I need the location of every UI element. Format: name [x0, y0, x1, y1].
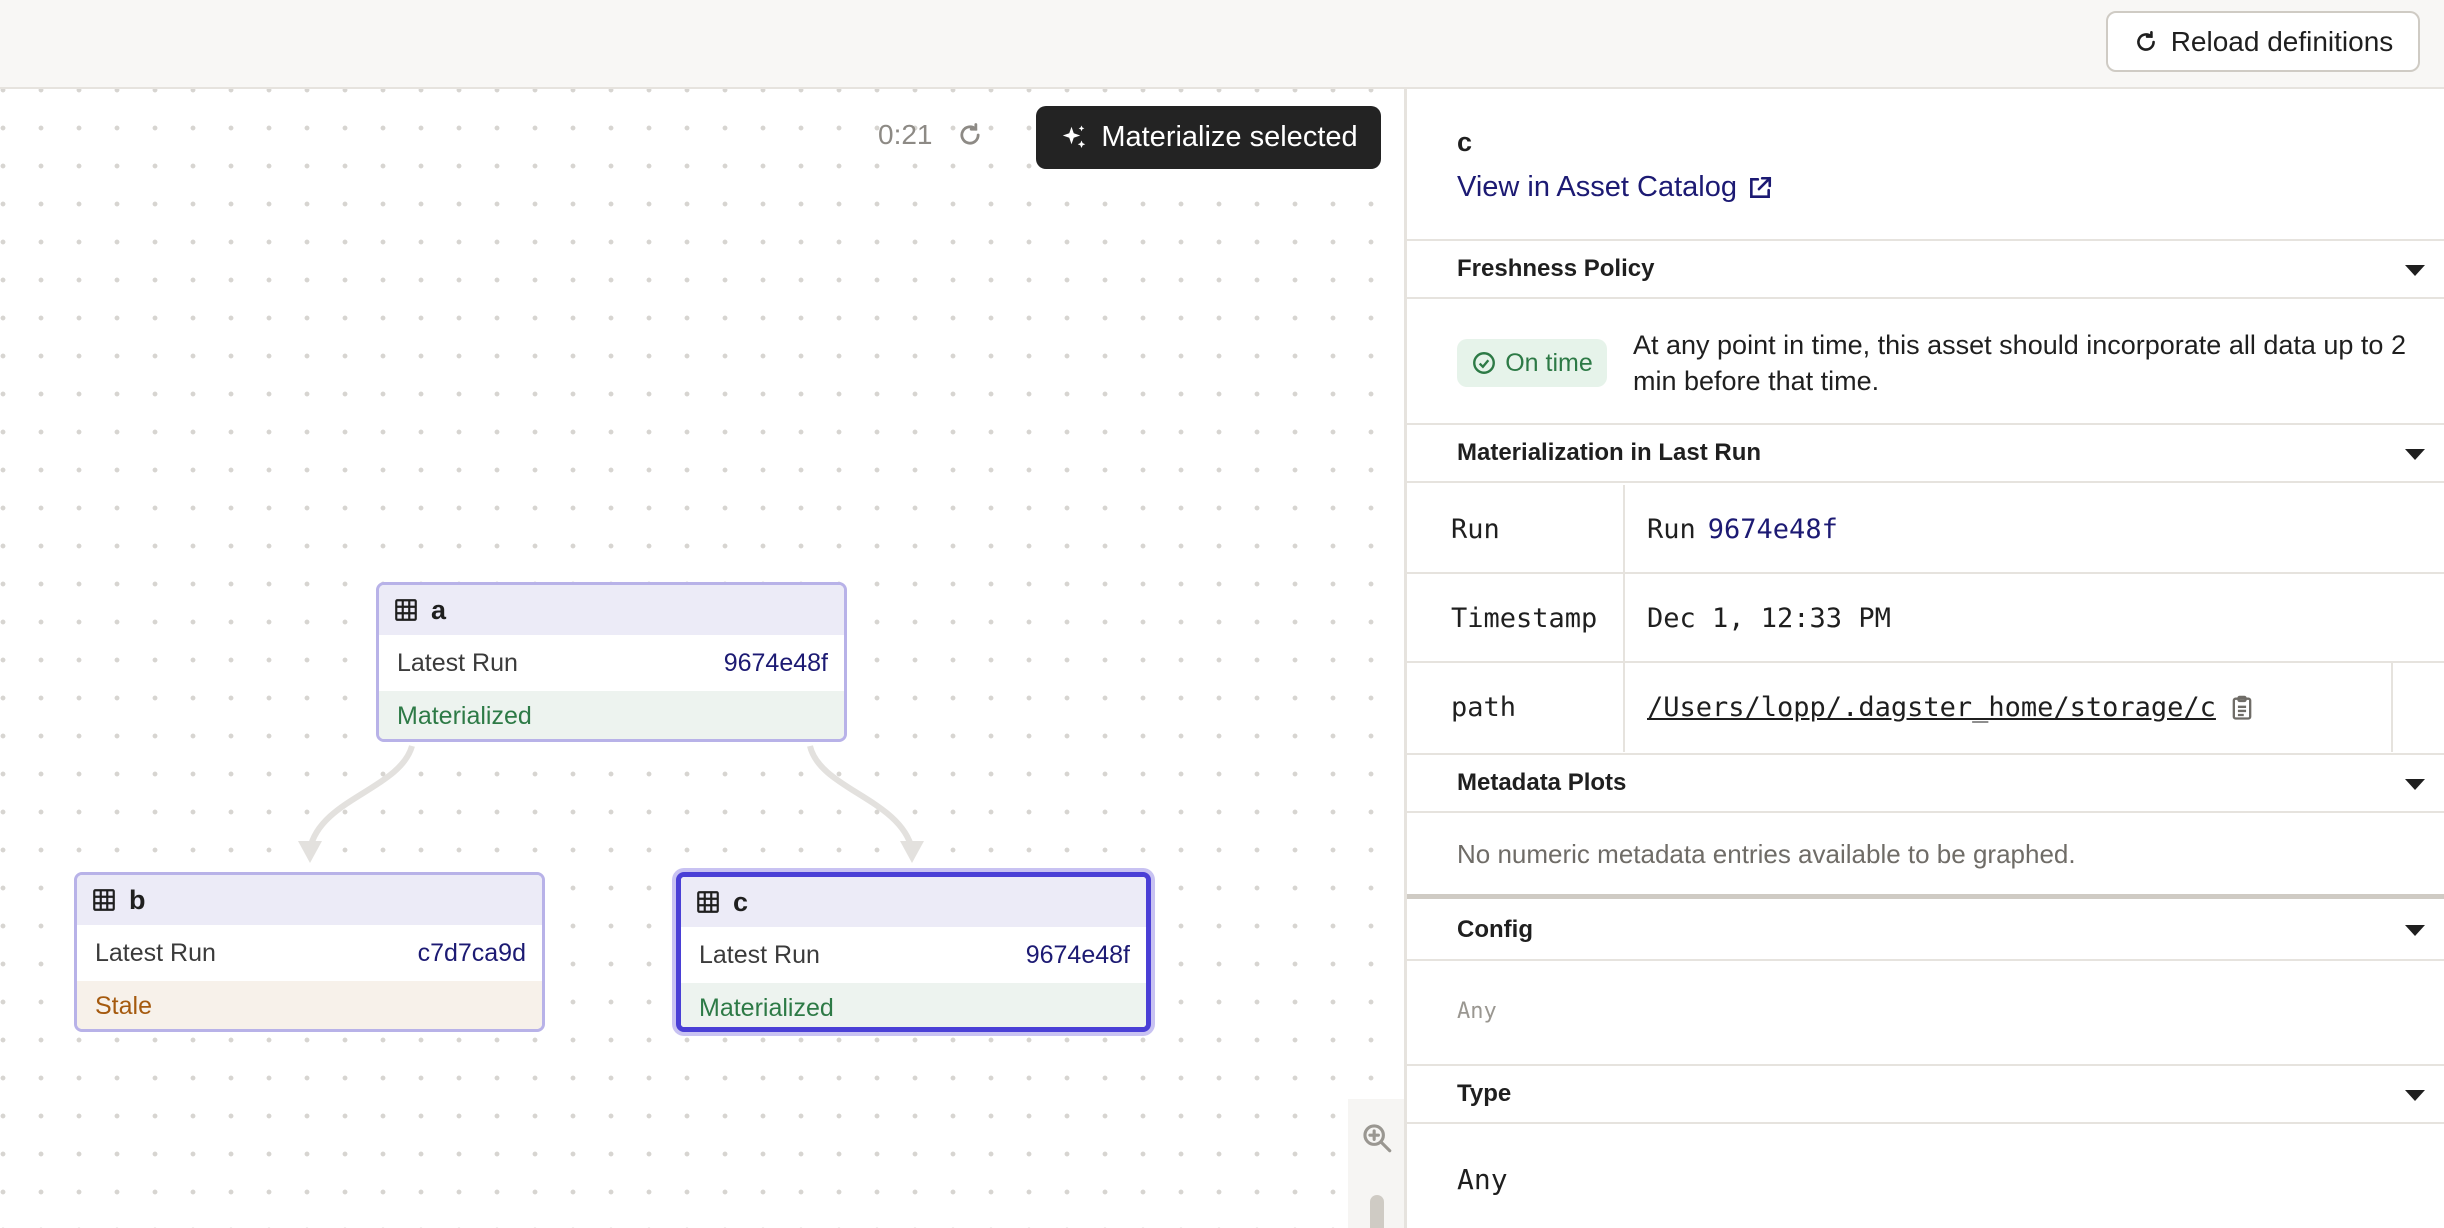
section-divider [1407, 894, 2444, 899]
section-title: Freshness Policy [1457, 255, 1655, 282]
refresh-timer: 0:21 [878, 119, 933, 150]
table-row: Timestamp Dec 1, 12:33 PM [1407, 574, 2444, 663]
latest-run-label: Latest Run [95, 938, 216, 967]
node-name: b [129, 884, 146, 915]
edge-a-to-c [807, 745, 915, 850]
run-id-link[interactable]: 9674e48f [1708, 514, 1838, 545]
materialization-metadata-table: Run Run 9674e48f Timestamp Dec 1, 12:33 … [1407, 485, 2444, 752]
zoom-controls [1348, 1099, 1404, 1228]
node-header: a [379, 585, 844, 635]
reload-definitions-button[interactable]: Reload definitions [2106, 11, 2420, 72]
section-config[interactable]: Config [1407, 901, 2444, 961]
view-in-asset-catalog-link[interactable]: View in Asset Catalog [1457, 171, 1773, 204]
materialize-selected-button[interactable]: Materialize selected [1036, 106, 1381, 169]
edge-a-to-b [307, 744, 415, 850]
chevron-down-icon [2405, 265, 2425, 276]
zoom-slider[interactable] [1370, 1195, 1384, 1228]
clipboard-icon[interactable] [2228, 694, 2256, 722]
metadata-key: Run [1451, 514, 1500, 545]
latest-run-row: Latest Run 9674e48f [681, 927, 1146, 983]
table-row: path /Users/lopp/.dagster_home/storage/c [1407, 663, 2444, 752]
metadata-value: /Users/lopp/.dagster_home/storage/c [1647, 663, 2256, 752]
run-id-link[interactable]: 9674e48f [724, 649, 828, 678]
asset-node-a[interactable]: a Latest Run 9674e48f Materialized [376, 582, 847, 742]
external-link-icon [1750, 176, 1772, 198]
catalog-link-label: View in Asset Catalog [1457, 171, 1737, 203]
run-id-link[interactable]: c7d7ca9d [418, 939, 526, 968]
section-metadata-plots[interactable]: Metadata Plots [1407, 753, 2444, 813]
section-title: Type [1457, 1080, 1512, 1107]
chevron-down-icon [2405, 449, 2425, 460]
refresh-icon[interactable] [956, 121, 984, 149]
asset-graph-canvas[interactable]: 0:21 Materialize selected a Latest Run 9… [0, 89, 1404, 1228]
metadata-key: path [1451, 692, 1517, 723]
run-id-link[interactable]: 9674e48f [1026, 941, 1130, 970]
refresh-icon [2136, 30, 2155, 51]
asset-node-b[interactable]: b Latest Run c7d7ca9d Stale [74, 872, 545, 1032]
asset-name: c [1457, 127, 1473, 157]
status-badge: Materialized [681, 983, 1146, 1027]
section-type[interactable]: Type [1407, 1064, 2444, 1124]
plots-empty-message: No numeric metadata entries available to… [1457, 839, 2076, 869]
chevron-down-icon [2405, 925, 2425, 936]
edge-a-to-b-arrow [298, 841, 322, 863]
check-circle-icon [1473, 352, 1496, 374]
asset-sidebar: c View in Asset Catalog Freshness Policy… [1404, 89, 2444, 1228]
table-row: Run Run 9674e48f [1407, 485, 2444, 574]
chevron-down-icon [2405, 1090, 2425, 1101]
top-bar: Reload definitions [0, 0, 2444, 89]
asset-node-c[interactable]: c Latest Run 9674e48f Materialized [676, 872, 1151, 1032]
section-materialization-last-run[interactable]: Materialization in Last Run [1407, 423, 2444, 483]
edge-a-to-c-arrow [900, 841, 924, 863]
materialize-selected-label: Materialize selected [1101, 121, 1358, 153]
section-freshness-policy[interactable]: Freshness Policy [1407, 239, 2444, 299]
table-icon [697, 891, 719, 913]
reload-definitions-label: Reload definitions [2170, 25, 2394, 57]
node-header: b [77, 875, 542, 925]
metadata-key: Timestamp [1451, 603, 1598, 634]
node-name: c [733, 886, 749, 917]
chevron-down-icon [2405, 779, 2425, 790]
metadata-value: Run 9674e48f [1647, 485, 1838, 574]
section-title: Materialization in Last Run [1457, 439, 1762, 466]
zoom-in-icon[interactable] [1360, 1121, 1394, 1155]
node-header: c [681, 877, 1146, 927]
status-badge: Materialized [379, 691, 844, 739]
table-icon [395, 599, 417, 621]
latest-run-row: Latest Run c7d7ca9d [77, 925, 542, 981]
sparkle-icon [1063, 125, 1086, 148]
metadata-value: Dec 1, 12:33 PM [1647, 603, 1891, 634]
type-value: Any [1457, 1163, 1508, 1196]
table-icon [93, 889, 115, 911]
config-value: Any [1457, 999, 1497, 1024]
latest-run-label: Latest Run [699, 940, 820, 969]
freshness-description: At any point in time, this asset should … [1633, 330, 2406, 396]
latest-run-row: Latest Run 9674e48f [379, 635, 844, 691]
freshness-status-badge: On time [1457, 339, 1607, 387]
path-link[interactable]: /Users/lopp/.dagster_home/storage/c [1647, 692, 2216, 723]
freshness-badge-label: On time [1505, 348, 1593, 377]
run-prefix: Run [1647, 514, 1696, 545]
latest-run-label: Latest Run [397, 648, 518, 677]
node-name: a [431, 594, 447, 625]
section-title: Config [1457, 916, 1533, 943]
status-badge: Stale [77, 981, 542, 1029]
section-title: Metadata Plots [1457, 769, 1627, 796]
